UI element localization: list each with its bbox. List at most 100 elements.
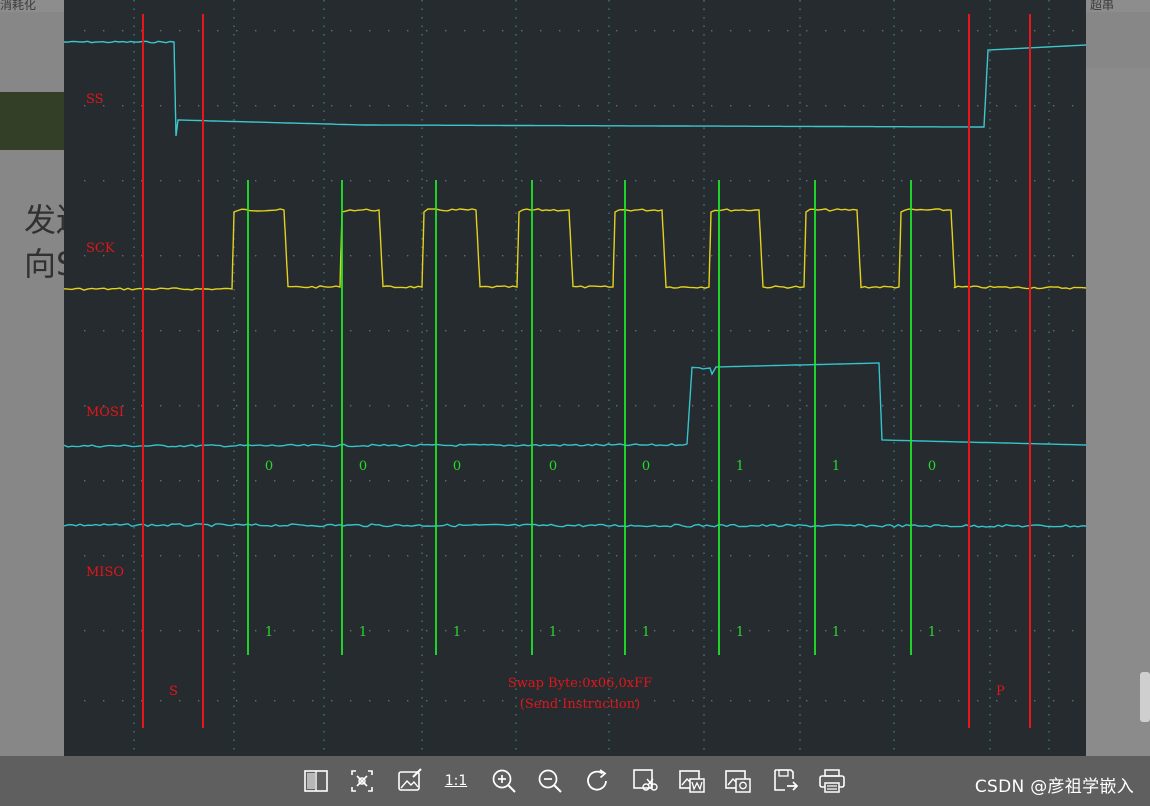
scope-traces (64, 40, 1086, 528)
print-icon[interactable] (817, 766, 847, 796)
grid-dot (958, 30, 960, 32)
grid-dot (863, 330, 865, 332)
grid-dot (977, 330, 979, 332)
actual-size-label: 1:1 (444, 773, 468, 789)
grid-dot (597, 255, 599, 257)
grid-dot (863, 555, 865, 557)
grid-dot (1034, 480, 1036, 482)
grid-dot (692, 105, 694, 107)
smart-select-icon[interactable] (347, 766, 377, 796)
channel-label-ss: SS (86, 92, 104, 107)
grid-dot (331, 555, 333, 557)
grid-dot (312, 330, 314, 332)
grid-dot (369, 630, 371, 632)
grid-dot (787, 480, 789, 482)
grid-dot (350, 30, 352, 32)
save-as-icon[interactable] (771, 766, 801, 796)
ss-trace (64, 40, 1086, 137)
grid-dot (806, 555, 808, 557)
rotate-icon[interactable] (583, 766, 613, 796)
grid-dot (122, 180, 124, 182)
actual-size-icon[interactable]: 1:1 (441, 766, 471, 796)
grid-dot (882, 630, 884, 632)
grid-dot (540, 30, 542, 32)
grid-dot (616, 30, 618, 32)
grid-dot (673, 255, 675, 257)
grid-dot (996, 105, 998, 107)
grid-dot (331, 255, 333, 257)
grid-dot (198, 30, 200, 32)
grid-dot (1015, 330, 1017, 332)
zoom-out-icon[interactable] (535, 766, 565, 796)
grid-dot (350, 630, 352, 632)
grid-dot (160, 105, 162, 107)
fit-window-icon[interactable] (301, 766, 331, 796)
grid-dot (863, 105, 865, 107)
grid-dot (635, 255, 637, 257)
grid-dot (179, 105, 181, 107)
grid-dot (388, 330, 390, 332)
image-to-word-icon[interactable] (677, 766, 707, 796)
grid-dot (616, 330, 618, 332)
grid-dot (160, 180, 162, 182)
grid-dot (711, 330, 713, 332)
grid-dot (350, 700, 352, 702)
grid-dot (920, 480, 922, 482)
grid-dot (445, 555, 447, 557)
grid-dot (483, 255, 485, 257)
grid-dot (236, 405, 238, 407)
grid-dot (920, 405, 922, 407)
grid-dot (236, 30, 238, 32)
grid-dot (597, 30, 599, 32)
grid-dot (483, 480, 485, 482)
grid-dot (749, 255, 751, 257)
grid-dot (635, 630, 637, 632)
miso-bit-value: 1 (359, 625, 367, 640)
grid-dot (559, 105, 561, 107)
miso-bit-value: 1 (928, 625, 936, 640)
grid-dot (464, 105, 466, 107)
grid-dot (711, 105, 713, 107)
grid-dot (1072, 30, 1074, 32)
grid-dot (1034, 330, 1036, 332)
grid-dot (540, 180, 542, 182)
mosi-bit-value: 0 (928, 459, 936, 474)
grid-dot (692, 330, 694, 332)
edit-image-icon[interactable] (395, 766, 425, 796)
grid-dot (787, 700, 789, 702)
grid-dot (711, 180, 713, 182)
grid-dot (293, 630, 295, 632)
grid-dot (825, 700, 827, 702)
grid-dot (958, 480, 960, 482)
grid-dot (654, 330, 656, 332)
grid-dot (730, 700, 732, 702)
grid-dot (160, 630, 162, 632)
grid-dot (198, 480, 200, 482)
grid-dot (559, 255, 561, 257)
grid-dot (312, 700, 314, 702)
grid-dot (768, 180, 770, 182)
grid-dot (217, 630, 219, 632)
send-instruction-annotation: (Send Instruction) (520, 697, 640, 712)
crop-icon[interactable] (630, 766, 660, 796)
grid-dot (901, 30, 903, 32)
grid-dot (654, 480, 656, 482)
grid-dot (1072, 255, 1074, 257)
background-scrollbar[interactable] (1140, 672, 1150, 722)
grid-dot (331, 480, 333, 482)
grid-dot (901, 630, 903, 632)
grid-dot (863, 480, 865, 482)
scope-cursors (142, 14, 1031, 728)
grid-dot (1072, 405, 1074, 407)
grid-dot (1072, 105, 1074, 107)
grid-dot (635, 480, 637, 482)
grid-dot (445, 30, 447, 32)
grid-dot (84, 480, 86, 482)
grid-dot (654, 700, 656, 702)
image-to-text-icon[interactable] (723, 766, 753, 796)
grid-dot (1034, 700, 1036, 702)
grid-dot (103, 30, 105, 32)
grid-dot (445, 180, 447, 182)
zoom-in-icon[interactable] (489, 766, 519, 796)
grid-dot (939, 330, 941, 332)
